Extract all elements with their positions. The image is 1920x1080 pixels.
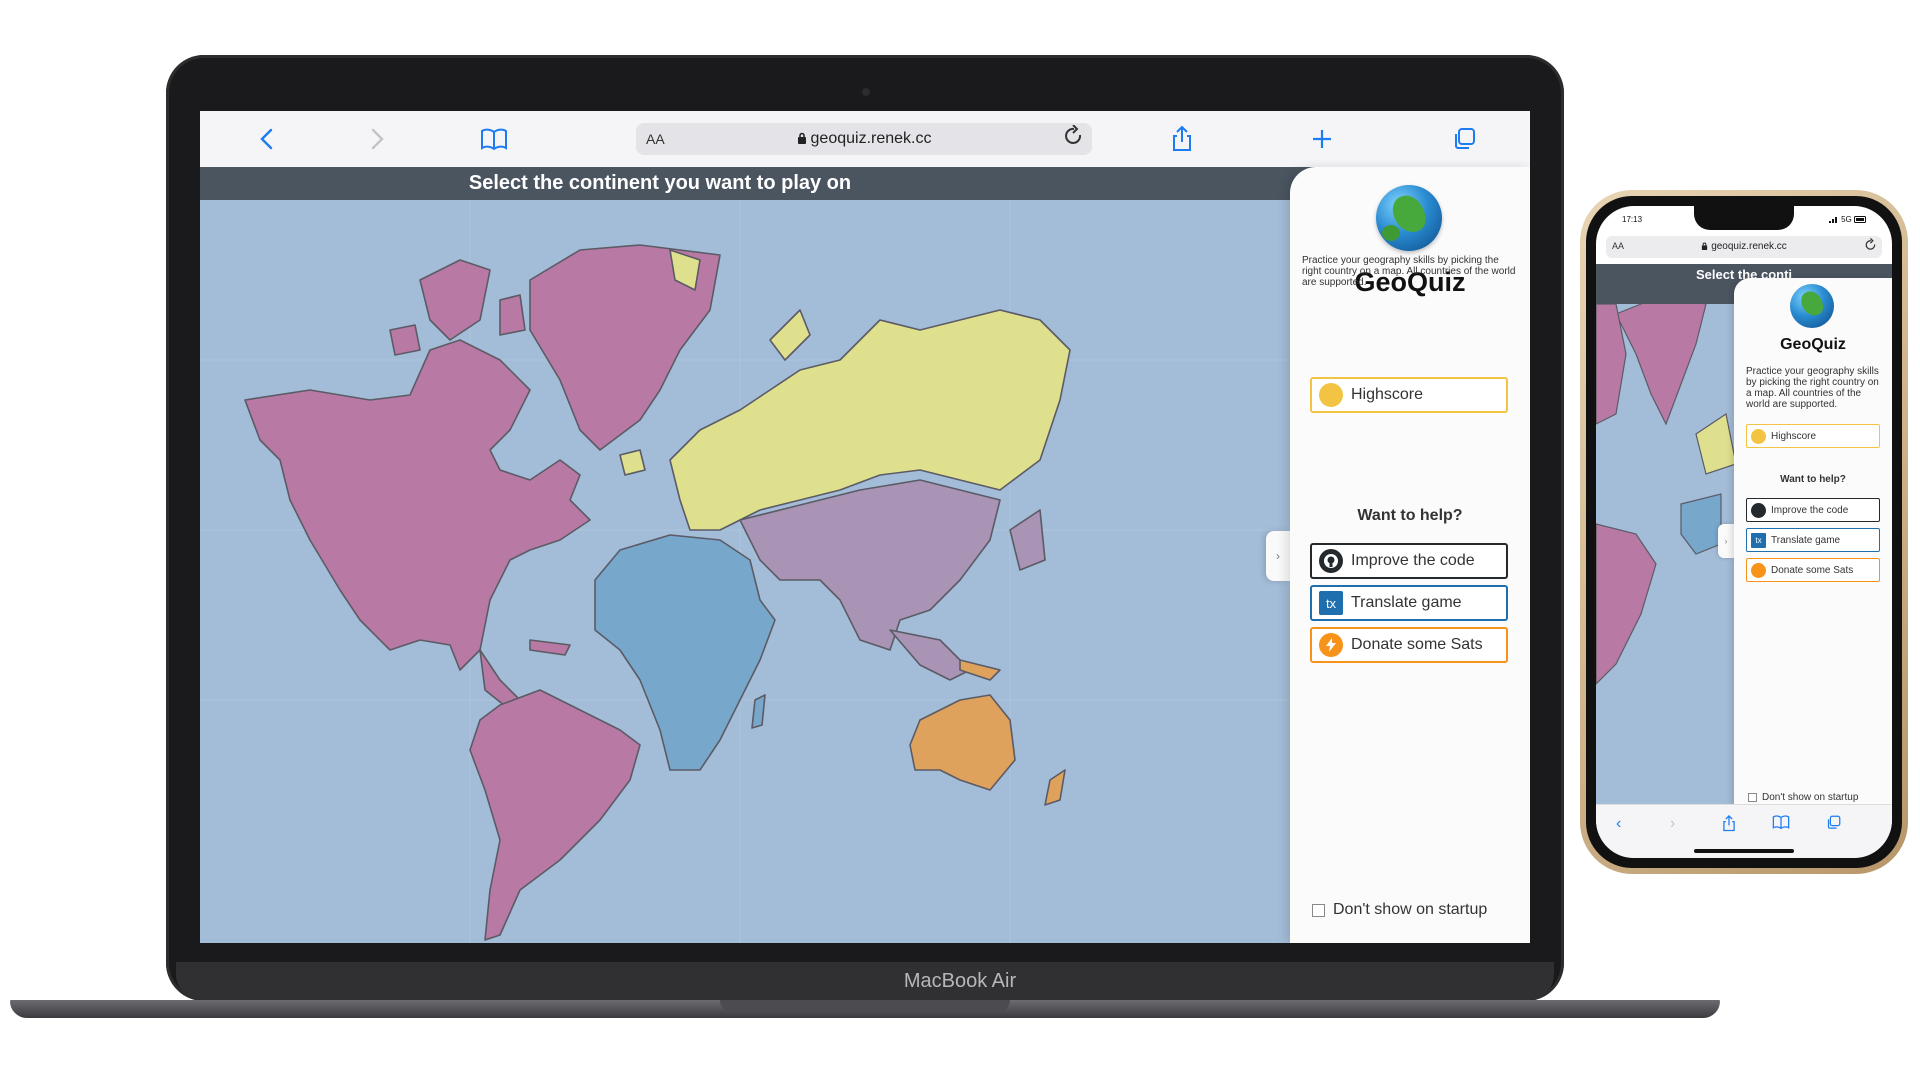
signal-icon <box>1828 217 1837 223</box>
side-panel: GeoQuiz Practice your geography skills b… <box>1290 167 1530 943</box>
plus-icon[interactable] <box>1304 121 1340 157</box>
phone-medal-icon <box>1751 428 1766 444</box>
phone-screen: 17:13 5G AA geoquiz.renek.cc Select the … <box>1596 206 1892 858</box>
phone-github-icon <box>1751 502 1766 518</box>
phone-url-text: geoquiz.renek.cc <box>1711 241 1787 252</box>
phone-chevron-left-icon[interactable]: ‹ <box>1616 815 1621 833</box>
improve-code-label: Improve the code <box>1351 552 1475 569</box>
browser-toolbar: AA geoquiz.renek.cc <box>200 111 1530 168</box>
phone-share-icon[interactable] <box>1722 814 1736 837</box>
chevron-left-icon[interactable] <box>248 121 284 157</box>
network-label: 5G <box>1841 215 1852 224</box>
panel-toggle-button[interactable]: › <box>1266 531 1290 581</box>
phone-lock-icon <box>1702 242 1708 250</box>
phone-chevron-right-icon[interactable]: › <box>1670 815 1675 833</box>
donate-sats-label: Donate some Sats <box>1351 636 1483 653</box>
dont-show-checkbox[interactable] <box>1312 903 1325 917</box>
address-bar[interactable]: AA geoquiz.renek.cc <box>636 123 1092 155</box>
bookmarks-icon[interactable] <box>476 121 512 157</box>
lock-icon <box>797 132 806 144</box>
phone-help-heading: Want to help? <box>1780 474 1846 485</box>
url-text: geoquiz.renek.cc <box>810 130 932 147</box>
status-time: 17:13 <box>1622 215 1643 224</box>
phone-translate-game-button[interactable]: tx Translate game <box>1746 528 1880 552</box>
phone-tabs-icon[interactable] <box>1826 815 1841 835</box>
laptop-hinge-notch <box>720 1000 1010 1012</box>
improve-code-button[interactable]: Improve the code <box>1310 543 1508 579</box>
phone-browser-bottom-bar: ‹ › <box>1596 804 1892 858</box>
phone-notch <box>1694 206 1794 230</box>
world-map-svg[interactable] <box>200 200 1305 943</box>
home-indicator <box>1694 849 1794 853</box>
phone-highscore-label: Highscore <box>1771 430 1817 442</box>
tabs-icon[interactable] <box>1446 121 1482 157</box>
github-icon <box>1319 549 1343 573</box>
phone-dont-show-row[interactable]: Don't show on startup <box>1748 792 1858 803</box>
banner-text: Select the continent you want to play on <box>468 172 852 194</box>
phone-transifex-icon: tx <box>1751 532 1766 548</box>
phone-lightning-icon <box>1751 562 1766 578</box>
panel-description: Practice your geography skills by pickin… <box>1302 255 1516 288</box>
status-network: 5G <box>1828 215 1868 224</box>
phone-globe-logo-icon <box>1790 284 1834 328</box>
phone-bookmarks-icon[interactable] <box>1772 815 1790 834</box>
phone-side-panel: GeoQuiz Practice your geography skills b… <box>1734 278 1892 808</box>
highscore-button[interactable]: Highscore <box>1310 377 1508 413</box>
phone-donate-sats-button[interactable]: Donate some Sats <box>1746 558 1880 582</box>
globe-logo-icon <box>1376 185 1442 251</box>
lightning-icon <box>1319 633 1343 657</box>
phone-translate-game-label: Translate game <box>1771 534 1841 546</box>
share-icon[interactable] <box>1164 121 1200 157</box>
translate-game-button[interactable]: tx Translate game <box>1310 585 1508 621</box>
dont-show-label: Don't show on startup <box>1333 901 1488 918</box>
reload-icon[interactable] <box>1064 124 1084 153</box>
phone-dont-show-checkbox[interactable] <box>1748 793 1757 802</box>
battery-icon <box>1854 216 1866 223</box>
phone-dont-show-label: Don't show on startup <box>1762 792 1859 803</box>
medal-icon <box>1319 383 1343 407</box>
phone-panel-description: Practice your geography skills by pickin… <box>1746 366 1879 410</box>
translate-game-label: Translate game <box>1351 594 1462 611</box>
donate-sats-button[interactable]: Donate some Sats <box>1310 627 1508 663</box>
laptop-screen: AA geoquiz.renek.cc Select the continent… <box>200 111 1530 943</box>
url-display: geoquiz.renek.cc <box>636 130 1092 148</box>
phone-address-bar[interactable]: AA geoquiz.renek.cc <box>1606 236 1882 258</box>
phone-panel-title: GeoQuiz <box>1780 336 1846 353</box>
phone-improve-code-button[interactable]: Improve the code <box>1746 498 1880 522</box>
highscore-label: Highscore <box>1351 386 1424 403</box>
phone-highscore-button[interactable]: Highscore <box>1746 424 1880 448</box>
laptop-model-label: MacBook Air <box>903 970 1017 992</box>
phone-donate-sats-label: Donate some Sats <box>1771 564 1854 576</box>
phone-url-display: geoquiz.renek.cc <box>1606 241 1882 252</box>
help-heading: Want to help? <box>1357 507 1463 524</box>
chevron-right-icon[interactable] <box>360 121 396 157</box>
phone-improve-code-label: Improve the code <box>1771 504 1849 516</box>
transifex-icon: tx <box>1319 591 1343 615</box>
world-map[interactable] <box>200 200 1305 943</box>
dont-show-checkbox-row[interactable]: Don't show on startup <box>1312 901 1487 919</box>
camera <box>862 88 870 96</box>
phone-panel-toggle[interactable]: › <box>1718 524 1734 558</box>
phone-reload-icon[interactable] <box>1865 237 1877 255</box>
